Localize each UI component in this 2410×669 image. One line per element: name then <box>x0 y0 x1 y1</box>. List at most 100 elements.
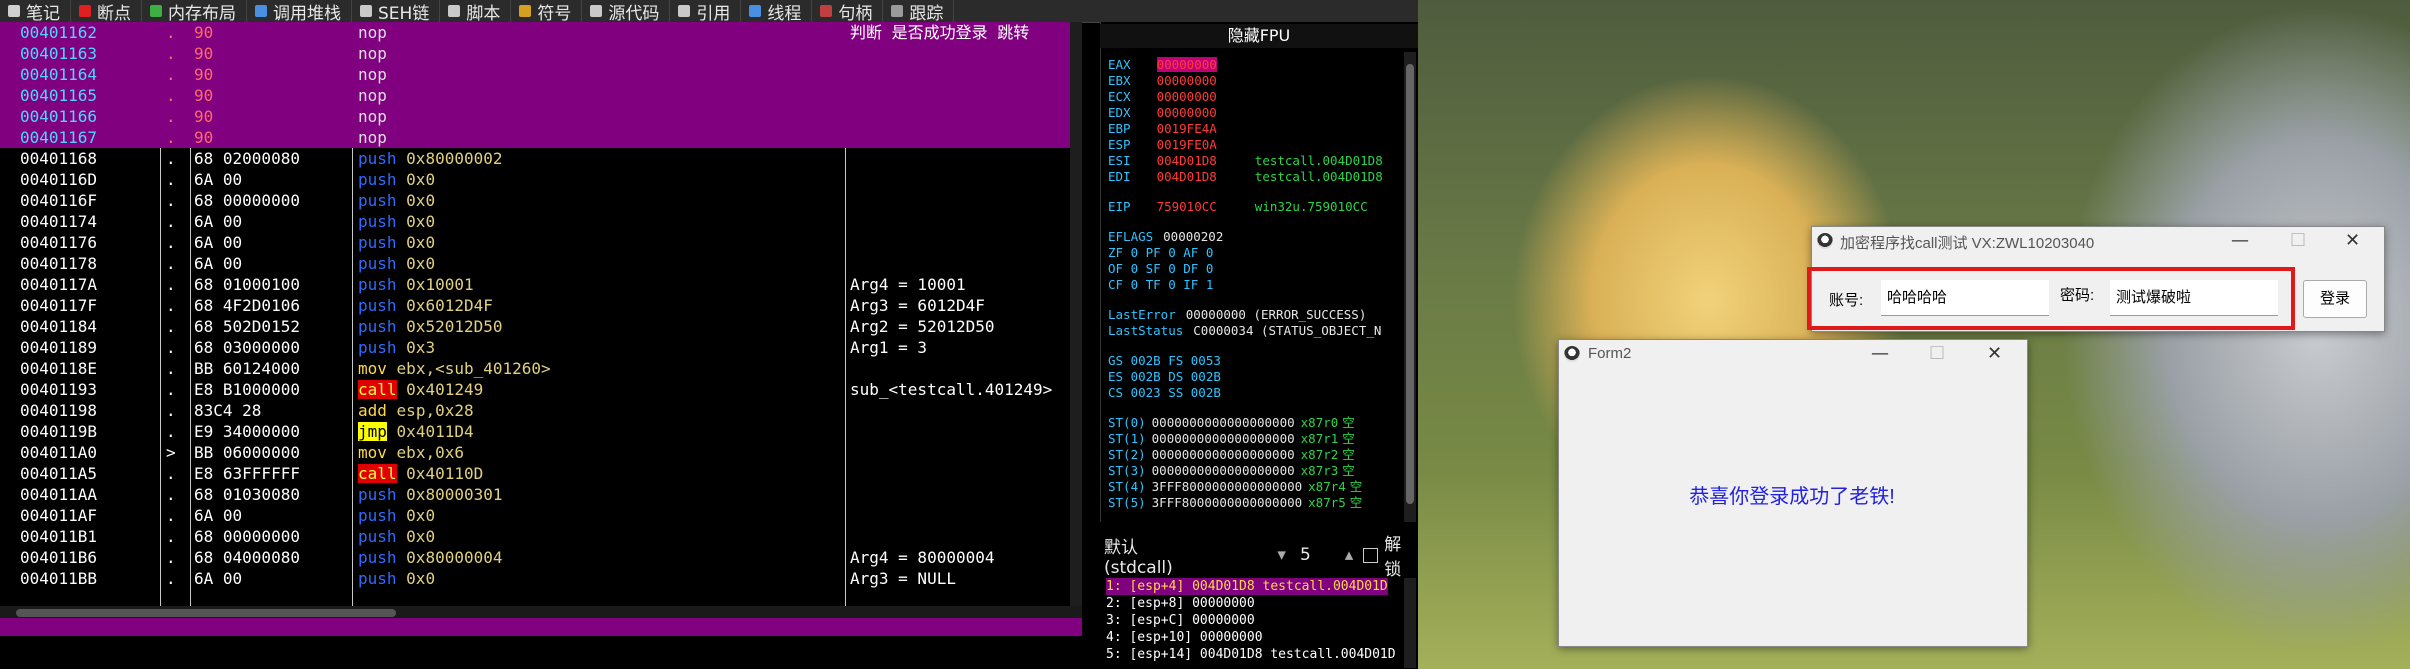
disassembly-vertical-scrollbar[interactable] <box>1070 22 1082 618</box>
tab-trace[interactable]: 跟踪 <box>883 0 955 24</box>
disassembly-view[interactable]: 00401162. 90 nop 判断 是否成功登录 跳转 00401163. 90 no… <box>0 22 1082 618</box>
comment: Arg3 = NULL <box>850 569 956 588</box>
chevron-down-icon[interactable]: ▾ <box>1277 545 1286 565</box>
minimize-button[interactable]: — <box>2231 230 2249 251</box>
disasm-row[interactable]: 004011BB. 6A 00 push 0x0 Arg3 = NULL <box>0 568 1082 589</box>
comment: sub_<testcall.401249> <box>850 380 1053 399</box>
mnemonic: push <box>358 170 397 189</box>
stack-entry[interactable]: 5: [esp+14] 004D01D8 testcall.004D01D <box>1106 646 1396 663</box>
disasm-row[interactable]: 00401189. 68 03000000 push 0x3 Arg1 = 3 <box>0 337 1082 358</box>
disasm-row[interactable]: 00401168. 68 02000080 push 0x80000002 <box>0 148 1082 169</box>
mnemonic: call <box>358 380 397 399</box>
stack-scrollbar[interactable] <box>1404 578 1416 668</box>
fpu-register: ST(3) 0000000000000000000 x87r3 空 <box>1108 464 1355 478</box>
spinner-arrows-icon[interactable]: ▴ <box>1345 545 1354 565</box>
disasm-row[interactable]: 004011AF. 6A 00 push 0x0 <box>0 505 1082 526</box>
disasm-row[interactable]: 004011B6. 68 04000080 push 0x80000004 Arg4 … <box>0 547 1082 568</box>
stack-entry[interactable]: 3: [esp+C] 00000000 <box>1106 612 1255 629</box>
minimize-button[interactable]: — <box>1871 343 1889 364</box>
mnemonic: mov <box>358 359 387 378</box>
tab-memory-map[interactable]: 内存布局 <box>142 0 247 24</box>
hide-fpu-toggle[interactable]: 隐藏FPU <box>1100 24 1418 48</box>
disasm-row[interactable]: 00401165. 90 nop <box>0 85 1082 106</box>
symbol-icon <box>519 5 532 17</box>
fpu-tag: x87r4 <box>1308 479 1346 494</box>
stack-entry[interactable]: 1: [esp+4] 004D01D8 testcall.004D01D <box>1106 578 1388 595</box>
fpu-state: 空 <box>1342 447 1355 462</box>
disasm-row[interactable]: 0040117F. 68 4F2D0106 push 0x6012D4F Arg3 =… <box>0 295 1082 316</box>
fpu-name: ST(3) <box>1108 463 1146 478</box>
maximize-button[interactable]: ☐ <box>1929 343 1945 364</box>
segment-line: GS 002B FS 0053 <box>1108 354 1221 368</box>
register-value: 00000000 <box>1156 105 1217 120</box>
address: 0040116D <box>20 170 98 189</box>
stack-entry[interactable]: 2: [esp+8] 00000000 <box>1106 595 1255 612</box>
info-panel <box>0 636 1100 669</box>
jump-marker: . <box>166 86 176 105</box>
mnemonic: push <box>358 506 397 525</box>
disasm-row[interactable]: 0040116D. 6A 00 push 0x0 <box>0 169 1082 190</box>
register-comment: win32u.759010CC <box>1254 199 1368 214</box>
tab-label: 线程 <box>767 3 802 24</box>
opcode-bytes: 68 04000080 <box>194 548 300 567</box>
disasm-row[interactable]: 00401166. 90 nop <box>0 106 1082 127</box>
disasm-row[interactable]: 00401198. 83C4 28 add esp,0x28 <box>0 400 1082 421</box>
comment: 判断 是否成功登录 跳转 <box>850 23 1030 42</box>
tab-source[interactable]: 源代码 <box>582 0 671 24</box>
mnemonic: nop <box>358 86 387 105</box>
tab-call-stack[interactable]: 调用堆栈 <box>247 0 352 24</box>
last-error: LastError 00000000 (ERROR_SUCCESS) <box>1108 308 1366 322</box>
unlock-checkbox[interactable] <box>1363 547 1379 563</box>
app-icon <box>1817 233 1833 249</box>
disasm-row[interactable]: 00401167. 90 nop <box>0 127 1082 148</box>
tab-reference[interactable]: 引用 <box>670 0 742 24</box>
mnemonic: add <box>358 401 387 420</box>
operand: ebx,0x6 <box>396 443 464 462</box>
disasm-row[interactable]: 00401193. E8 B1000000 call 0x401249 sub_<te… <box>0 379 1082 400</box>
tab-breakpoint[interactable]: 断点 <box>71 0 142 24</box>
instruction: push 0x80000301 <box>358 484 844 505</box>
disasm-row[interactable]: 004011AA. 68 01030080 push 0x80000301 <box>0 484 1082 505</box>
tab-note[interactable]: 笔记 <box>0 0 71 24</box>
register-esp: ESP 0019FE0A <box>1108 138 1255 152</box>
disasm-row[interactable]: 00401184. 68 502D0152 push 0x52012D50 Arg2 … <box>0 316 1082 337</box>
tab-thread[interactable]: 线程 <box>741 0 813 24</box>
disasm-row[interactable]: 004011B1. 68 00000000 push 0x0 <box>0 526 1082 547</box>
disasm-row[interactable]: 00401162. 90 nop 判断 是否成功登录 跳转 <box>0 22 1082 43</box>
tab-script[interactable]: 脚本 <box>440 0 512 24</box>
tab-seh[interactable]: SEH链 <box>352 0 441 24</box>
operand: 0x6012D4F <box>406 296 493 315</box>
mnemonic: nop <box>358 65 387 84</box>
disasm-row[interactable]: 00401174. 6A 00 push 0x0 <box>0 211 1082 232</box>
disasm-row[interactable]: 004011A0 > BB 06000000 mov ebx,0x6 <box>0 442 1082 463</box>
instruction: nop <box>358 43 844 64</box>
calling-convention-select[interactable]: 默认 (stdcall) <box>1104 533 1211 578</box>
maximize-button[interactable]: ☐ <box>2290 230 2306 251</box>
tab-handle[interactable]: 句柄 <box>812 0 884 24</box>
jump-marker: . <box>166 338 176 357</box>
close-button[interactable]: ✕ <box>1987 343 2002 364</box>
mnemonic: jmp <box>358 422 387 441</box>
disasm-row[interactable]: 0040118E. BB 60124000 mov ebx,<sub_401260> <box>0 358 1082 379</box>
address: 00401193 <box>20 380 98 399</box>
arg-count-spinner[interactable]: 5 <box>1300 545 1311 565</box>
instruction: push 0x6012D4F <box>358 295 844 316</box>
opcode-bytes: 6A 00 <box>194 254 243 273</box>
jump-marker: . <box>166 296 176 315</box>
disasm-row[interactable]: 00401163. 90 nop <box>0 43 1082 64</box>
disasm-row[interactable]: 00401178. 6A 00 push 0x0 <box>0 253 1082 274</box>
registers-scroll-thumb[interactable] <box>1406 64 1414 504</box>
disassembly-scroll-thumb[interactable] <box>16 609 396 617</box>
disasm-row[interactable]: 0040116F. 68 00000000 push 0x0 <box>0 190 1082 211</box>
login-button[interactable]: 登录 <box>2303 280 2367 318</box>
comment: Arg3 = 6012D4F <box>850 296 985 315</box>
jump-marker: . <box>166 359 176 378</box>
close-button[interactable]: ✕ <box>2345 230 2360 251</box>
disasm-row[interactable]: 00401164. 90 nop <box>0 64 1082 85</box>
disasm-row[interactable]: 00401176. 6A 00 push 0x0 <box>0 232 1082 253</box>
disasm-row[interactable]: 0040119B. E9 34000000 jmp 0x4011D4 <box>0 421 1082 442</box>
tab-symbol[interactable]: 符号 <box>511 0 583 24</box>
disasm-row[interactable]: 0040117A. 68 01000100 push 0x10001 Arg4 = 1… <box>0 274 1082 295</box>
disasm-row[interactable]: 004011A5. E8 63FFFFFF call 0x40110D <box>0 463 1082 484</box>
stack-entry[interactable]: 4: [esp+10] 00000000 <box>1106 629 1263 646</box>
